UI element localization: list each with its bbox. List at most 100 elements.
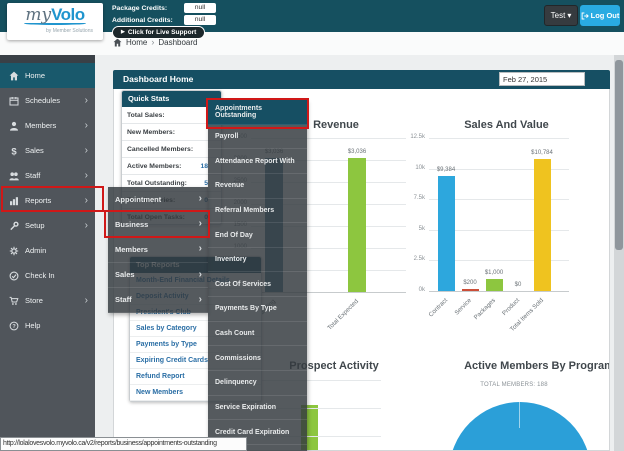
quick-stat-row: Active Members: 18: [122, 158, 221, 175]
user-menu-button[interactable]: Test ▾: [544, 5, 578, 26]
sidebar-item-schedules[interactable]: Schedules ›: [0, 88, 95, 113]
menu-item-sales[interactable]: Sales ›: [108, 263, 208, 288]
logout-button[interactable]: Log Out: [580, 5, 620, 26]
sidebar-item-label: Help: [25, 321, 40, 330]
sidebar-item-label: Check In: [25, 271, 55, 280]
additional-credits-value: null: [184, 15, 216, 25]
sidebar-item-check-in[interactable]: Check In: [0, 263, 95, 288]
menu-item-revenue[interactable]: Revenue: [208, 174, 307, 199]
y-axis-tick: 12.5k: [395, 134, 425, 140]
menu-item-label: Cost Of Services: [215, 281, 271, 288]
menu-item-label: Appointments Outstanding: [215, 105, 300, 119]
app-screen: myVolo by Member Solutions Package Credi…: [0, 0, 624, 451]
menu-item-members[interactable]: Members ›: [108, 237, 208, 262]
sidebar-item-label: Members: [25, 121, 56, 130]
menu-item-label: Appointment: [115, 195, 161, 204]
menu-item-label: Members: [115, 245, 148, 254]
breadcrumb-home[interactable]: Home: [126, 38, 147, 47]
menu-item-referral-members[interactable]: Referral Members: [208, 199, 307, 224]
menu-item-label: Attendance Report With: [215, 158, 295, 165]
user-menu-label: Test: [551, 11, 566, 20]
package-credits-row: Package Credits: null: [112, 2, 216, 14]
breadcrumb: Home › Dashboard: [113, 38, 197, 47]
breadcrumb-separator: ›: [151, 38, 154, 47]
live-support-button[interactable]: ▶ Click for Live Support: [112, 26, 205, 39]
bar-value-label: $9,384: [421, 167, 471, 173]
sidebar-nav: Home Schedules › Members › $ Sales › Sta…: [0, 55, 95, 451]
check-circle-icon: [9, 271, 19, 281]
logo-wordmark: myVolo: [7, 6, 103, 24]
menu-item-staff[interactable]: Staff ›: [108, 288, 208, 313]
menu-item-label: Sales: [115, 270, 135, 279]
menu-item-delinquency[interactable]: Delinquency: [208, 371, 307, 396]
scrollbar-thumb[interactable]: [615, 60, 623, 250]
calendar-icon: [9, 96, 19, 106]
play-icon: ▶: [121, 30, 125, 35]
credits-block: Package Credits: null Additional Credits…: [112, 2, 216, 26]
menu-item-label: Delinquency: [215, 379, 257, 386]
sidebar-item-label: Staff: [25, 171, 40, 180]
wrench-icon: [9, 221, 19, 231]
menu-item-commissions[interactable]: Commissions: [208, 346, 307, 371]
menu-item-label: End Of Day: [215, 232, 253, 239]
menu-item-service-expiration[interactable]: Service Expiration: [208, 396, 307, 421]
sidebar-item-label: Schedules: [25, 96, 60, 105]
menu-item-appointments-outstanding[interactable]: Appointments Outstanding: [208, 100, 307, 125]
sidebar-item-setup[interactable]: Setup ›: [0, 213, 95, 238]
chevron-right-icon: ›: [199, 295, 202, 305]
x-axis-label: Packages: [450, 297, 497, 344]
stat-label: Total Outstanding:: [127, 180, 204, 187]
pie-chart: [449, 402, 591, 451]
menu-item-attendance-report[interactable]: Attendance Report With: [208, 149, 307, 174]
menu-item-cash-count[interactable]: Cash Count: [208, 322, 307, 347]
logo-my: my: [25, 5, 51, 25]
stat-label: Active Members:: [127, 163, 200, 170]
sidebar-item-admin[interactable]: Admin: [0, 238, 95, 263]
chevron-right-icon: ›: [85, 221, 88, 231]
sidebar-item-sales[interactable]: $ Sales ›: [0, 138, 95, 163]
home-icon: [9, 71, 19, 81]
gridline: [429, 291, 569, 292]
menu-item-business[interactable]: Business ›: [108, 212, 208, 237]
x-axis-label: Service: [426, 297, 473, 344]
sidebar-item-reports[interactable]: Reports ›: [0, 188, 95, 213]
y-axis-tick: 0k: [395, 287, 425, 293]
quick-stat-row: New Members:: [122, 124, 221, 141]
breadcrumb-dashboard: Dashboard: [158, 38, 197, 47]
menu-item-label: Business: [115, 220, 148, 229]
sidebar-item-staff[interactable]: Staff ›: [0, 163, 95, 188]
date-input[interactable]: [499, 72, 585, 86]
sidebar-item-store[interactable]: Store ›: [0, 288, 95, 313]
sidebar-item-help[interactable]: ? Help: [0, 313, 95, 338]
menu-item-cost-of-services[interactable]: Cost Of Services: [208, 272, 307, 297]
svg-text:$: $: [11, 146, 17, 155]
quick-stat-row: Cancelled Members:: [122, 141, 221, 158]
x-axis-label: Product: [474, 297, 521, 344]
pie-slice-divider: [519, 402, 520, 428]
menu-item-payments-by-type[interactable]: Payments By Type: [208, 297, 307, 322]
sidebar-item-members[interactable]: Members ›: [0, 113, 95, 138]
person-icon: [9, 121, 19, 131]
chevron-right-icon: ›: [199, 244, 202, 254]
bar-value-label: $10,784: [517, 150, 567, 156]
gear-icon: [9, 246, 19, 256]
menu-item-label: Referral Members: [215, 207, 274, 214]
logo-tagline: by Member Solutions: [7, 28, 103, 34]
stat-value: 18: [200, 163, 208, 170]
menu-item-label: Staff: [115, 295, 132, 304]
bar: [534, 159, 551, 291]
chevron-right-icon: ›: [85, 196, 88, 206]
menu-item-end-of-day[interactable]: End Of Day: [208, 223, 307, 248]
menu-item-label: Cash Count: [215, 330, 254, 337]
chevron-right-icon: ›: [199, 219, 202, 229]
sidebar-item-home[interactable]: Home: [0, 63, 95, 88]
additional-credits-label: Additional Credits:: [112, 17, 184, 24]
scrollbar-track[interactable]: [614, 55, 624, 451]
sidebar-item-label: Setup: [25, 221, 45, 230]
menu-item-payroll[interactable]: Payroll: [208, 125, 307, 150]
status-bar-url: http://lolalovesvolo.myvolo.ca/v2/report…: [0, 437, 247, 451]
home-icon: [113, 38, 122, 47]
menu-item-label: Inventory: [215, 256, 247, 263]
menu-item-inventory[interactable]: Inventory: [208, 248, 307, 273]
menu-item-appointment[interactable]: Appointment ›: [108, 187, 208, 212]
